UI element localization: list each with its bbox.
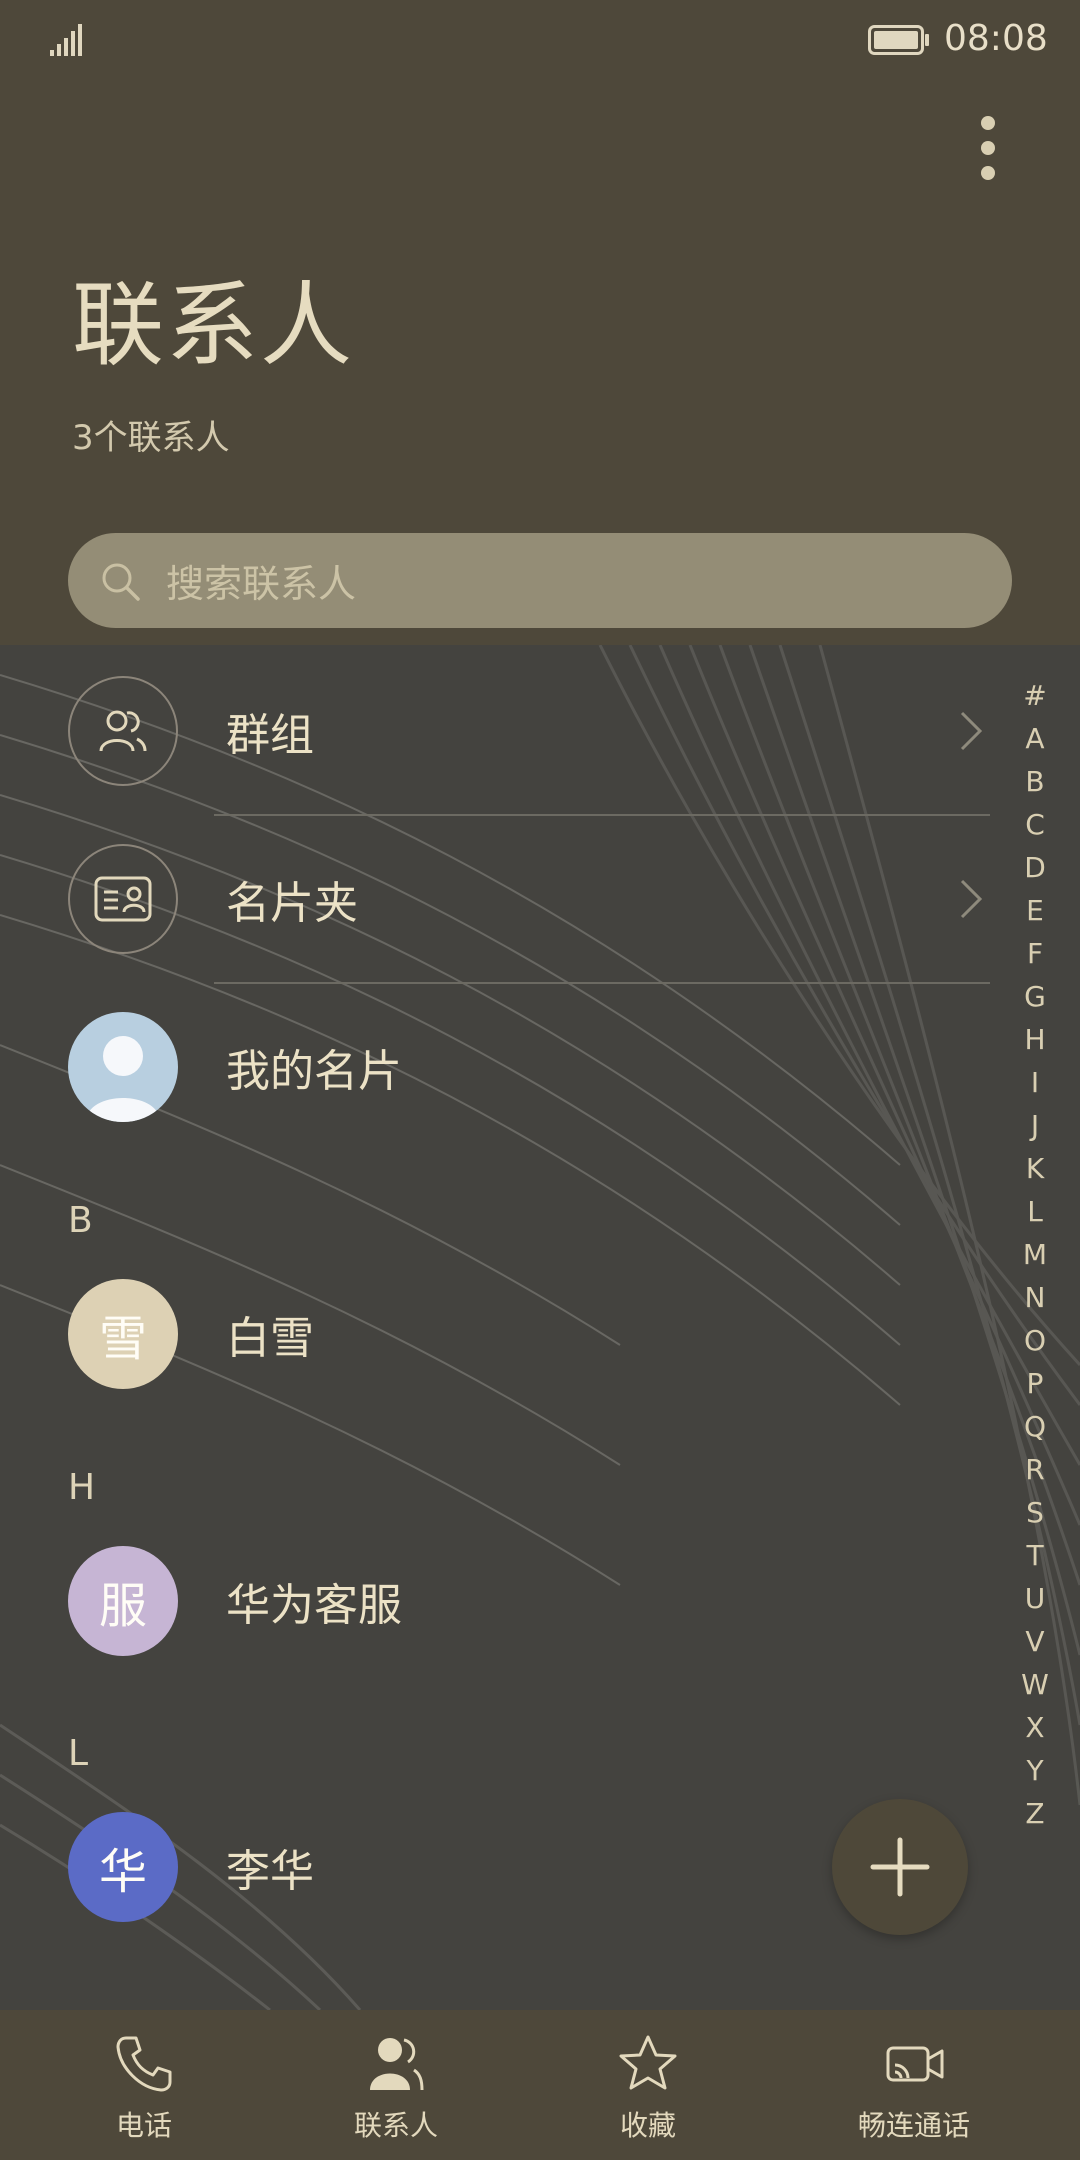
section-header-l: L: [68, 1733, 89, 1774]
star-icon: [619, 2035, 677, 2090]
contact-name: 李华: [226, 1846, 314, 1897]
page-title: 联系人: [72, 272, 355, 379]
alphabet-index[interactable]: # A B C D E F G H I J K L M N O P Q R S T U V W X Y Z: [1018, 674, 1052, 1835]
alphabet-index-letter[interactable]: I: [1031, 1061, 1039, 1104]
alphabet-index-letter[interactable]: L: [1027, 1190, 1043, 1233]
tab-favorites[interactable]: 收藏: [588, 2010, 708, 2160]
avatar-initial: 华: [98, 1844, 147, 1900]
tab-label: 联系人: [353, 2109, 438, 2142]
alphabet-index-letter[interactable]: V: [1025, 1620, 1044, 1663]
search-placeholder: 搜索联系人: [166, 562, 357, 606]
groups-entry[interactable]: 群组: [0, 647, 1000, 815]
status-bar: 08:08: [0, 0, 1080, 80]
alphabet-index-letter[interactable]: A: [1025, 717, 1044, 760]
contact-name: 白雪: [226, 1313, 314, 1364]
alphabet-index-letter[interactable]: Y: [1026, 1749, 1043, 1792]
alphabet-index-letter[interactable]: G: [1024, 975, 1046, 1018]
alphabet-index-letter[interactable]: H: [1024, 1018, 1045, 1061]
avatar-initial: 雪: [98, 1311, 147, 1367]
alphabet-index-letter[interactable]: B: [1025, 760, 1044, 803]
plus-icon: [870, 1837, 930, 1897]
alphabet-index-letter[interactable]: N: [1025, 1276, 1046, 1319]
contact-row[interactable]: 雪 白雪: [0, 1250, 1000, 1418]
business-cards-entry[interactable]: 名片夹: [0, 815, 1000, 983]
alphabet-index-letter[interactable]: #: [1023, 674, 1046, 717]
business-card-icon: [68, 844, 178, 954]
battery-icon: [868, 25, 929, 55]
person-avatar-icon: [68, 1012, 178, 1122]
tab-video-call[interactable]: 畅连通话: [836, 2010, 992, 2160]
contact-avatar: 华: [68, 1812, 178, 1922]
alphabet-index-letter[interactable]: F: [1027, 932, 1043, 975]
search-icon: [102, 563, 140, 601]
status-time: 08:08: [944, 18, 1048, 59]
signal-icon: [50, 24, 82, 56]
alphabet-index-letter[interactable]: W: [1021, 1663, 1049, 1706]
alphabet-index-letter[interactable]: Q: [1024, 1405, 1046, 1448]
contact-avatar: 雪: [68, 1279, 178, 1389]
alphabet-index-letter[interactable]: R: [1025, 1448, 1044, 1491]
alphabet-index-letter[interactable]: P: [1027, 1362, 1044, 1405]
chevron-right-icon: [960, 711, 983, 751]
contact-avatar: 服: [68, 1546, 178, 1656]
avatar-initial: 服: [98, 1578, 147, 1634]
alphabet-index-letter[interactable]: C: [1025, 803, 1045, 846]
groups-label: 群组: [226, 710, 314, 761]
alphabet-index-letter[interactable]: J: [1031, 1104, 1039, 1147]
video-call-icon: [886, 2046, 944, 2082]
group-icon: [68, 676, 178, 786]
tab-contacts[interactable]: 联系人: [336, 2010, 456, 2160]
alphabet-index-letter[interactable]: K: [1026, 1147, 1044, 1190]
alphabet-index-letter[interactable]: D: [1024, 846, 1046, 889]
alphabet-index-letter[interactable]: O: [1024, 1319, 1046, 1362]
more-vertical-icon[interactable]: [970, 116, 1006, 180]
chevron-right-icon: [960, 879, 983, 919]
alphabet-index-letter[interactable]: X: [1025, 1706, 1044, 1749]
contact-row[interactable]: 服 华为客服: [0, 1517, 1000, 1685]
alphabet-index-letter[interactable]: T: [1026, 1534, 1043, 1577]
phone-icon: [116, 2036, 172, 2092]
alphabet-index-letter[interactable]: Z: [1025, 1792, 1044, 1835]
search-input[interactable]: 搜索联系人: [68, 533, 1012, 628]
section-header-b: B: [68, 1200, 93, 1241]
business-cards-label: 名片夹: [226, 878, 358, 929]
contact-count: 3个联系人: [72, 418, 230, 458]
contact-name: 华为客服: [226, 1580, 402, 1631]
alphabet-index-letter[interactable]: U: [1025, 1577, 1046, 1620]
tab-label: 畅连通话: [857, 2109, 970, 2142]
section-header-h: H: [68, 1467, 96, 1508]
tab-phone[interactable]: 电话: [84, 2010, 204, 2160]
my-card-label: 我的名片: [226, 1046, 402, 1097]
alphabet-index-letter[interactable]: E: [1026, 889, 1044, 932]
my-card-entry[interactable]: 我的名片: [0, 983, 1000, 1151]
contacts-icon: [370, 2038, 424, 2091]
app-header: 08:08 联系人 3个联系人 搜索联系人: [0, 0, 1080, 645]
alphabet-index-letter[interactable]: M: [1023, 1233, 1047, 1276]
tab-label: 电话: [115, 2109, 172, 2142]
alphabet-index-letter[interactable]: S: [1026, 1491, 1044, 1534]
tab-label: 收藏: [619, 2109, 676, 2142]
bottom-nav: 电话 联系人 收藏 畅连通话: [0, 2010, 1080, 2160]
add-contact-button[interactable]: [832, 1799, 968, 1935]
